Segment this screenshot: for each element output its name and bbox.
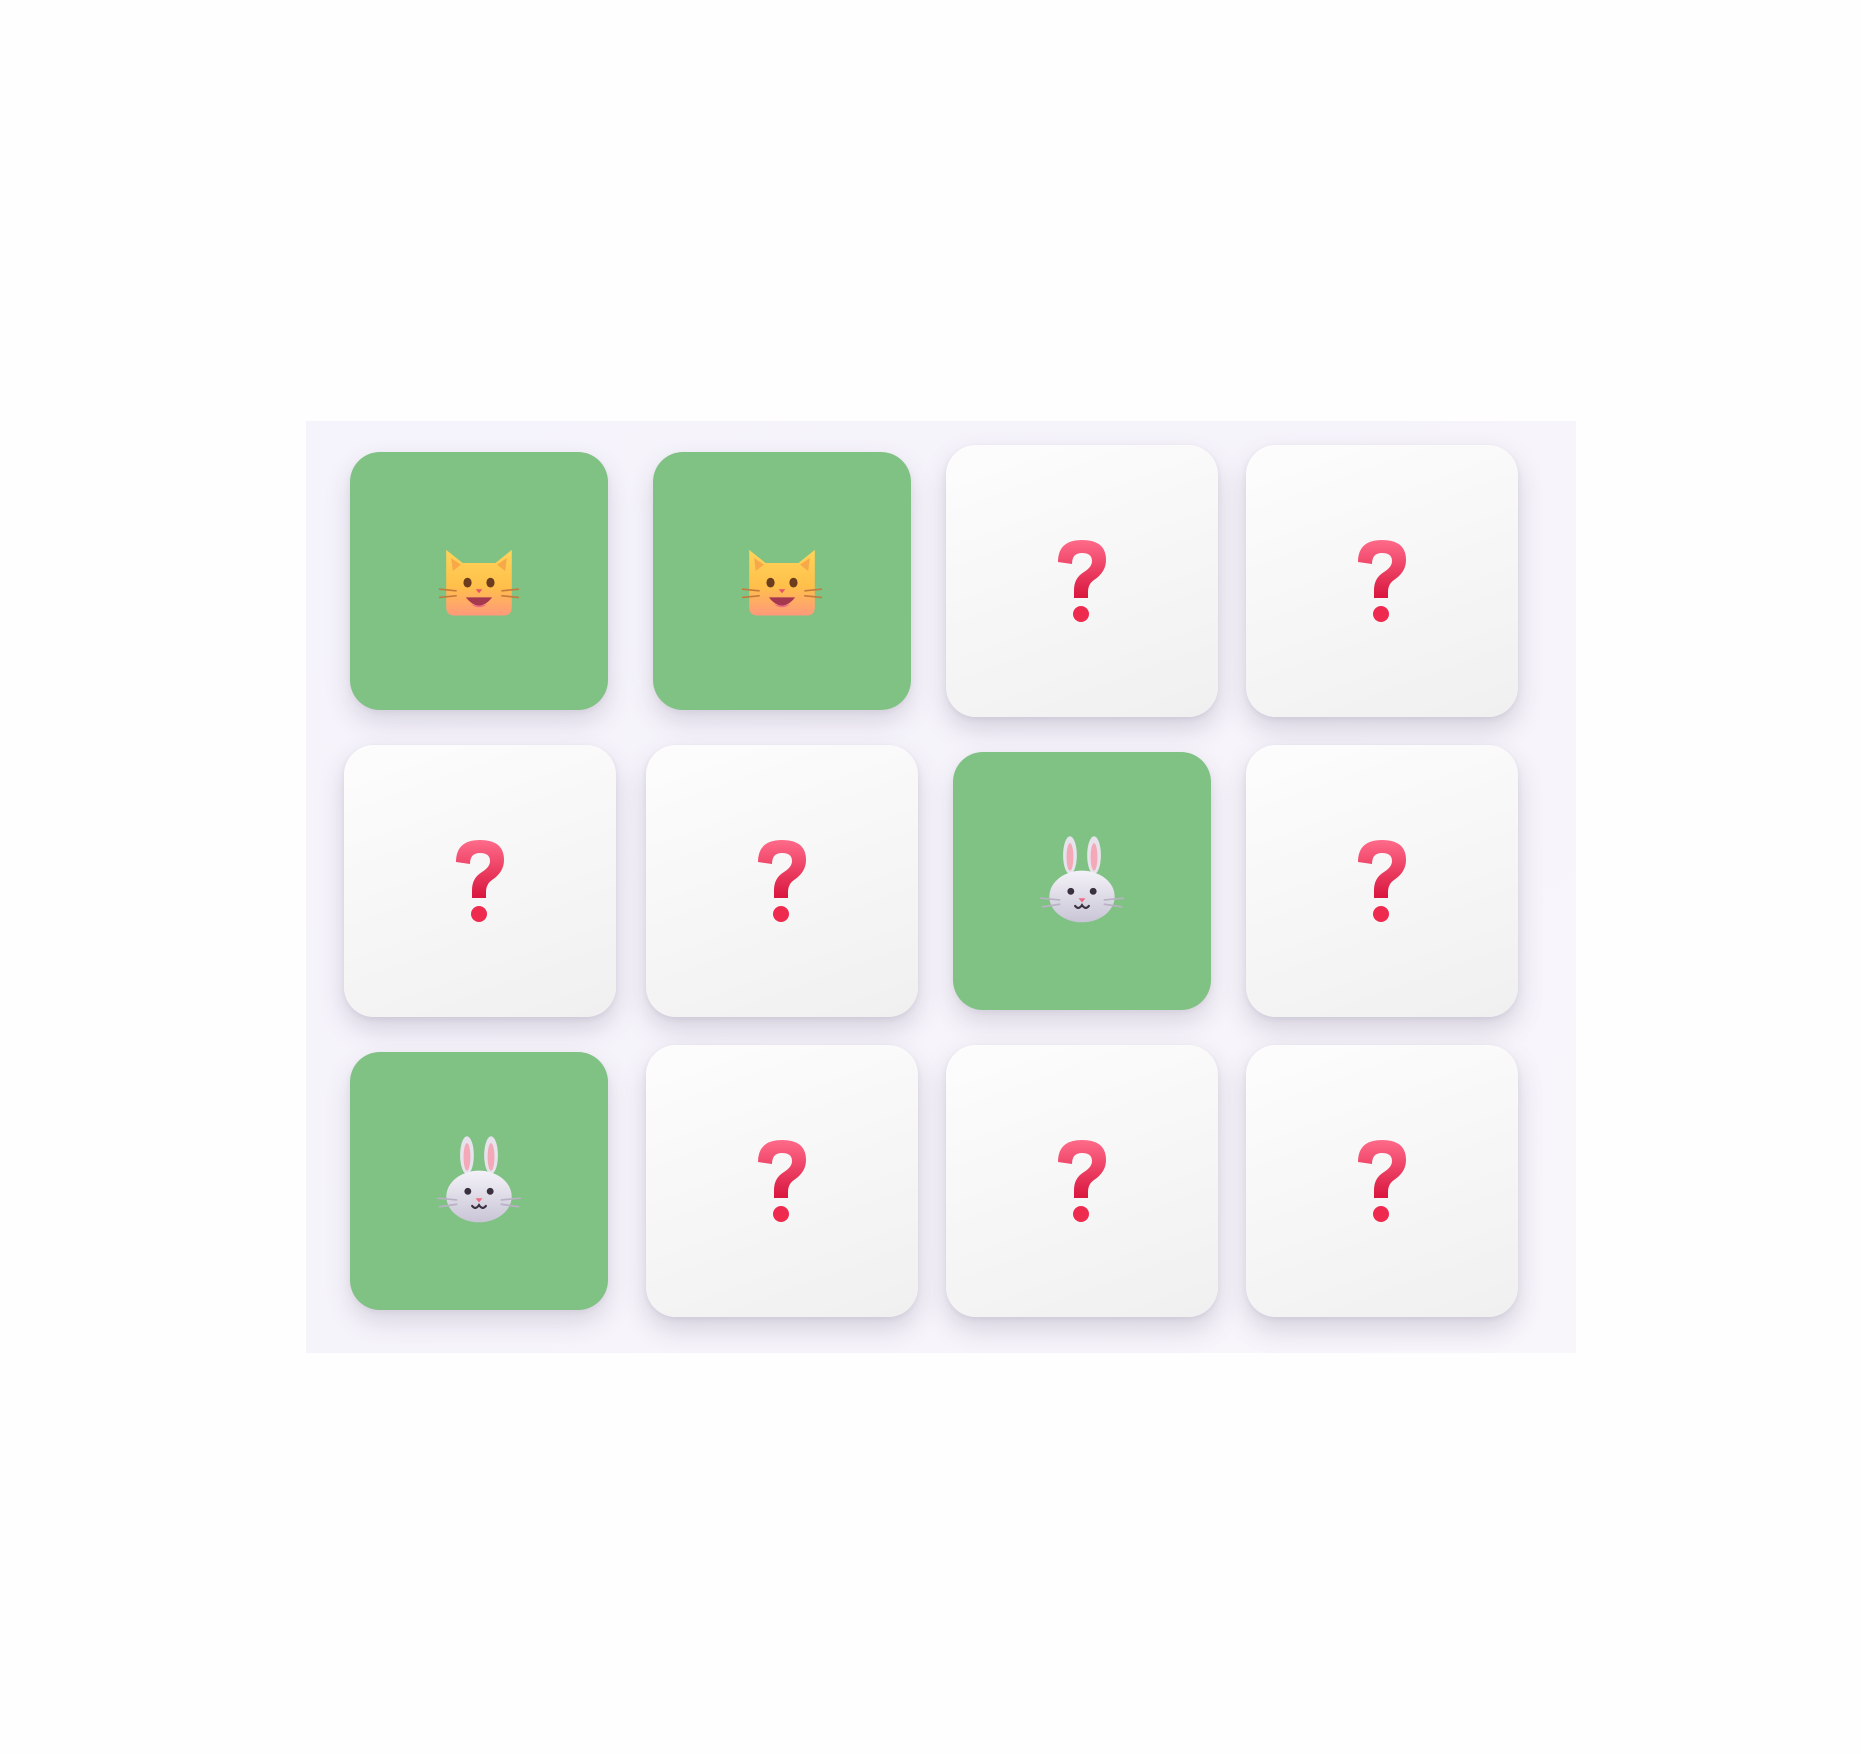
rabbit-face-icon [436, 1136, 522, 1223]
card-10-hidden[interactable] [646, 1045, 918, 1317]
card-4-hidden[interactable] [1246, 445, 1518, 717]
card-5-hidden[interactable] [344, 745, 616, 1017]
question-mark-icon [758, 840, 806, 922]
cat-face-icon [741, 549, 823, 616]
game-board [306, 421, 1576, 1353]
question-mark-icon [456, 840, 504, 922]
question-mark-icon [758, 1140, 806, 1222]
card-7-matched[interactable] [953, 752, 1211, 1010]
question-mark-icon [1358, 840, 1406, 922]
card-3-hidden[interactable] [946, 445, 1218, 717]
card-2-matched[interactable] [653, 452, 911, 710]
question-mark-icon [1058, 540, 1106, 622]
card-11-hidden[interactable] [946, 1045, 1218, 1317]
cat-face-icon [438, 549, 520, 616]
question-mark-icon [1358, 540, 1406, 622]
question-mark-icon [1358, 1140, 1406, 1222]
question-mark-icon [1058, 1140, 1106, 1222]
card-6-hidden[interactable] [646, 745, 918, 1017]
card-1-matched[interactable] [350, 452, 608, 710]
card-9-matched[interactable] [350, 1052, 608, 1310]
card-8-hidden[interactable] [1246, 745, 1518, 1017]
card-12-hidden[interactable] [1246, 1045, 1518, 1317]
rabbit-face-icon [1039, 836, 1125, 923]
